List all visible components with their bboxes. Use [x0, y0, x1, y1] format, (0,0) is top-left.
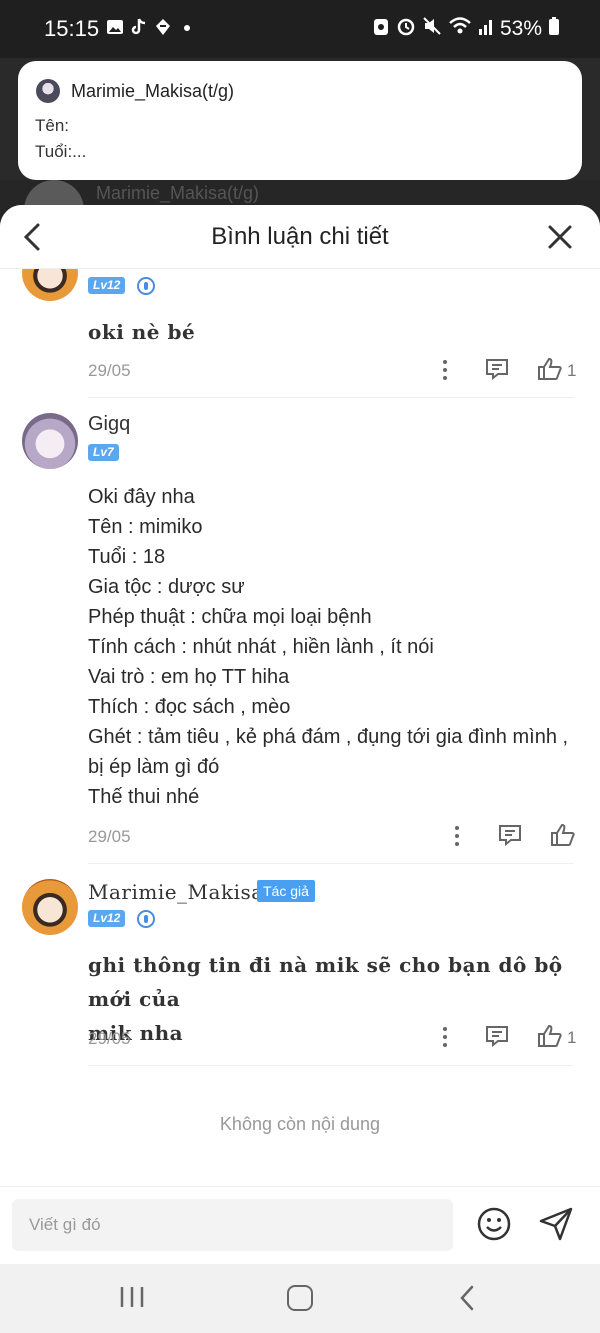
chevron-left-icon — [460, 1285, 474, 1311]
avatar[interactable] — [22, 879, 78, 935]
avatar[interactable] — [22, 413, 78, 469]
author-tag: Tác giả — [257, 880, 315, 902]
dot-icon — [178, 18, 196, 36]
status-bar: 15:15 53% — [0, 0, 600, 58]
comment-text-block: Oki đây nha Tên : mimiko Tuổi : 18 Gia t… — [88, 482, 568, 812]
app-icon — [154, 18, 172, 36]
battery-text: 53% — [499, 16, 542, 40]
preview-popup[interactable]: Marimie_Makisa(t/g) Tên: Tuổi:... — [18, 61, 582, 180]
background-name: Marimie_Makisa(t/g) — [96, 183, 260, 203]
comment-line: ghi thông tin đi nà mik sẽ cho bạn dô bộ… — [88, 953, 563, 1011]
comment-line: Tên : mimiko — [88, 516, 203, 538]
vip-icon — [137, 277, 155, 295]
sheet-title: Bình luận chi tiết — [211, 223, 389, 250]
comment-date: 29/05 — [88, 827, 131, 846]
emoji-button[interactable] — [477, 1207, 511, 1241]
comment-line: Oki đây nha — [88, 486, 195, 508]
like-icon[interactable] — [550, 823, 576, 847]
divider — [88, 397, 574, 398]
send-icon — [539, 1207, 573, 1241]
comment-text: oki nè bé — [88, 320, 196, 344]
system-back-button[interactable] — [458, 1284, 476, 1312]
comment-line: Ghét : tảm tiêu , kẻ phá đám , đụng tới … — [88, 726, 569, 748]
comment-line: mik nha — [88, 1021, 184, 1045]
like-icon[interactable] — [537, 357, 563, 381]
status-time: 15:15 — [44, 16, 100, 41]
username[interactable]: Gigq — [88, 413, 130, 436]
more-icon[interactable] — [441, 360, 449, 382]
comment-date: 29/05 — [88, 1029, 131, 1048]
level-badge: Lv12 — [88, 910, 126, 927]
alarm-icon — [396, 16, 416, 41]
tiktok-icon — [130, 18, 148, 36]
sheet-header: Bình luận chi tiết — [0, 205, 600, 269]
divider — [88, 863, 574, 864]
popup-line-name: Tên: — [35, 116, 70, 135]
gallery-icon — [106, 18, 124, 36]
comment-detail-sheet: Lv12 oki nè bé 29/05 1 Gigq Lv7 Oki đây … — [0, 205, 600, 1265]
home-button[interactable] — [287, 1285, 313, 1311]
no-more-content: Không còn nội dung — [219, 1114, 381, 1134]
comment-line: Thích : đọc sách , mèo — [88, 696, 291, 718]
signal-icon — [478, 16, 494, 41]
comment-text-block: ghi thông tin đi nà mik sẽ cho bạn dô bộ… — [88, 948, 600, 1050]
like-icon[interactable] — [537, 1024, 563, 1048]
close-icon — [548, 225, 572, 249]
popup-avatar — [36, 79, 60, 103]
reply-icon[interactable] — [485, 1025, 509, 1048]
battery-icon — [548, 16, 560, 41]
close-button[interactable] — [546, 223, 574, 251]
comment-line: bị ép làm gì đó — [88, 756, 220, 778]
comment-date: 29/05 — [88, 361, 131, 380]
more-icon[interactable] — [453, 826, 461, 848]
comment-line: Phép thuật : chữa mọi loại bệnh — [88, 606, 372, 628]
popup-title: Marimie_Makisa(t/g) — [71, 81, 235, 101]
system-nav-bar — [0, 1264, 600, 1333]
status-right: 53% — [372, 16, 560, 41]
like-count: 1 — [567, 1028, 577, 1047]
level-badge: Lv7 — [88, 444, 119, 461]
wifi-icon — [448, 16, 472, 41]
recent-apps-button[interactable] — [119, 1286, 145, 1308]
username[interactable]: Marimie_Makisa — [88, 880, 264, 904]
level-badge: Lv12 — [88, 277, 126, 294]
mute-icon — [422, 16, 442, 41]
like-count: 1 — [567, 361, 577, 380]
comment-line: Thế thui nhé — [88, 786, 200, 808]
reply-icon[interactable] — [485, 358, 509, 381]
vip-icon — [137, 910, 155, 928]
emoji-icon — [477, 1207, 511, 1241]
more-icon[interactable] — [441, 1027, 449, 1049]
comment-line: Gia tộc : dược sư — [88, 576, 245, 598]
send-button[interactable] — [538, 1207, 574, 1241]
comment-line: Tính cách : nhút nhát , hiền lành , ít n… — [88, 636, 434, 658]
popup-line-age: Tuổi:... — [35, 142, 87, 161]
comment-input[interactable] — [12, 1199, 453, 1251]
recycle-icon — [372, 16, 390, 41]
reply-icon[interactable] — [498, 824, 522, 847]
comment-input-bar — [0, 1186, 600, 1264]
status-left-icons — [106, 18, 196, 36]
recent-apps-icon — [120, 1287, 144, 1307]
comment-line: Vai trò : em họ TT hiha — [88, 666, 290, 688]
divider — [88, 1065, 574, 1066]
comment-line: Tuổi : 18 — [88, 546, 166, 568]
